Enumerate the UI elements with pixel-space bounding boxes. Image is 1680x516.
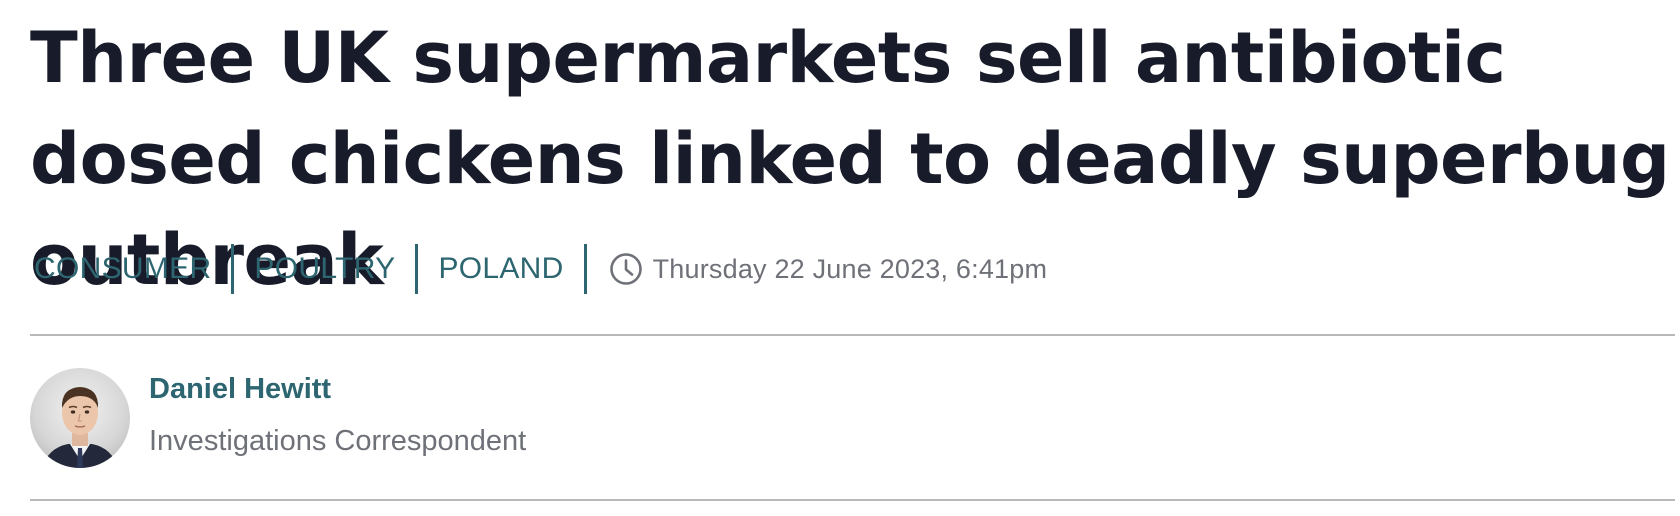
clock-icon bbox=[609, 252, 643, 286]
tag-divider bbox=[583, 244, 587, 294]
tag-link-consumer[interactable]: CONSUMER bbox=[30, 244, 231, 294]
tag-row: CONSUMER POULTRY POLAND Thursday 22 June… bbox=[30, 244, 1047, 294]
publish-date: Thursday 22 June 2023, 6:41pm bbox=[652, 253, 1048, 284]
divider-line bbox=[30, 499, 1675, 501]
author-info: Daniel Hewitt Investigations Corresponde… bbox=[149, 373, 527, 458]
tag-link-poultry[interactable]: POULTRY bbox=[234, 244, 415, 294]
author-byline: Daniel Hewitt Investigations Corresponde… bbox=[30, 368, 526, 468]
author-avatar[interactable] bbox=[30, 368, 130, 468]
article-header: Three UK supermarkets sell antibiotic do… bbox=[30, 0, 1675, 501]
tag-link-poland[interactable]: POLAND bbox=[418, 244, 583, 294]
author-role: Investigations Correspondent bbox=[149, 425, 527, 457]
publish-timestamp: Thursday 22 June 2023, 6:41pm bbox=[609, 252, 1048, 286]
author-name-link[interactable]: Daniel Hewitt bbox=[149, 372, 526, 406]
divider-line bbox=[30, 334, 1675, 336]
